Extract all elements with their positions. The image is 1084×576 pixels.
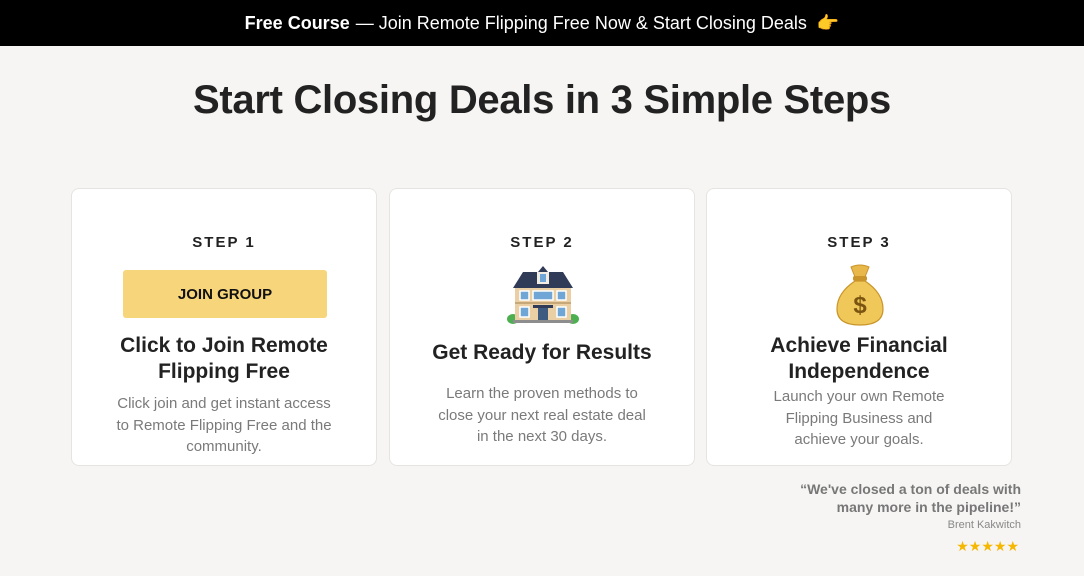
money-bag-icon: $ xyxy=(836,264,884,326)
step-label: STEP 2 xyxy=(510,234,574,251)
rating-stars-icon: ★★★★★ xyxy=(956,538,1019,554)
step-description: Launch your own Remote Flipping Business… xyxy=(773,388,945,448)
step-title: Achieve Financial Independence xyxy=(770,334,948,383)
step-card-1: STEP 1 JOIN GROUP Click to Join Remote F… xyxy=(71,188,377,466)
testimonial-quote: “We've closed a ton of deals with many m… xyxy=(800,481,1021,515)
step-description: Click join and get instant access to Rem… xyxy=(116,395,332,455)
testimonial-author: Brent Kakwitch xyxy=(947,519,1021,531)
step-description: Learn the proven methods to close your n… xyxy=(438,385,646,445)
pointing-hand-icon: 👉 xyxy=(816,12,840,33)
house-icon xyxy=(507,266,579,324)
page-headline: Start Closing Deals in 3 Simple Steps xyxy=(193,78,891,122)
step-card-2: STEP 2 Get Ready for Results Learn the p… xyxy=(389,188,695,466)
banner-bold-text: Free Course xyxy=(244,12,350,33)
step-title: Click to Join Remote Flipping Free xyxy=(120,334,328,383)
join-group-button[interactable]: JOIN GROUP xyxy=(123,270,327,318)
banner-text: — Join Remote Flipping Free Now & Start … xyxy=(355,12,807,33)
top-banner[interactable]: Free Course — Join Remote Flipping Free … xyxy=(0,0,1084,46)
step-card-3: STEP 3 $ Achieve Financial Independence … xyxy=(706,188,1012,466)
svg-text:$: $ xyxy=(853,292,867,319)
step-label: STEP 3 xyxy=(827,234,891,251)
step-label: STEP 1 xyxy=(192,234,256,251)
step-title: Get Ready for Results xyxy=(432,341,652,364)
